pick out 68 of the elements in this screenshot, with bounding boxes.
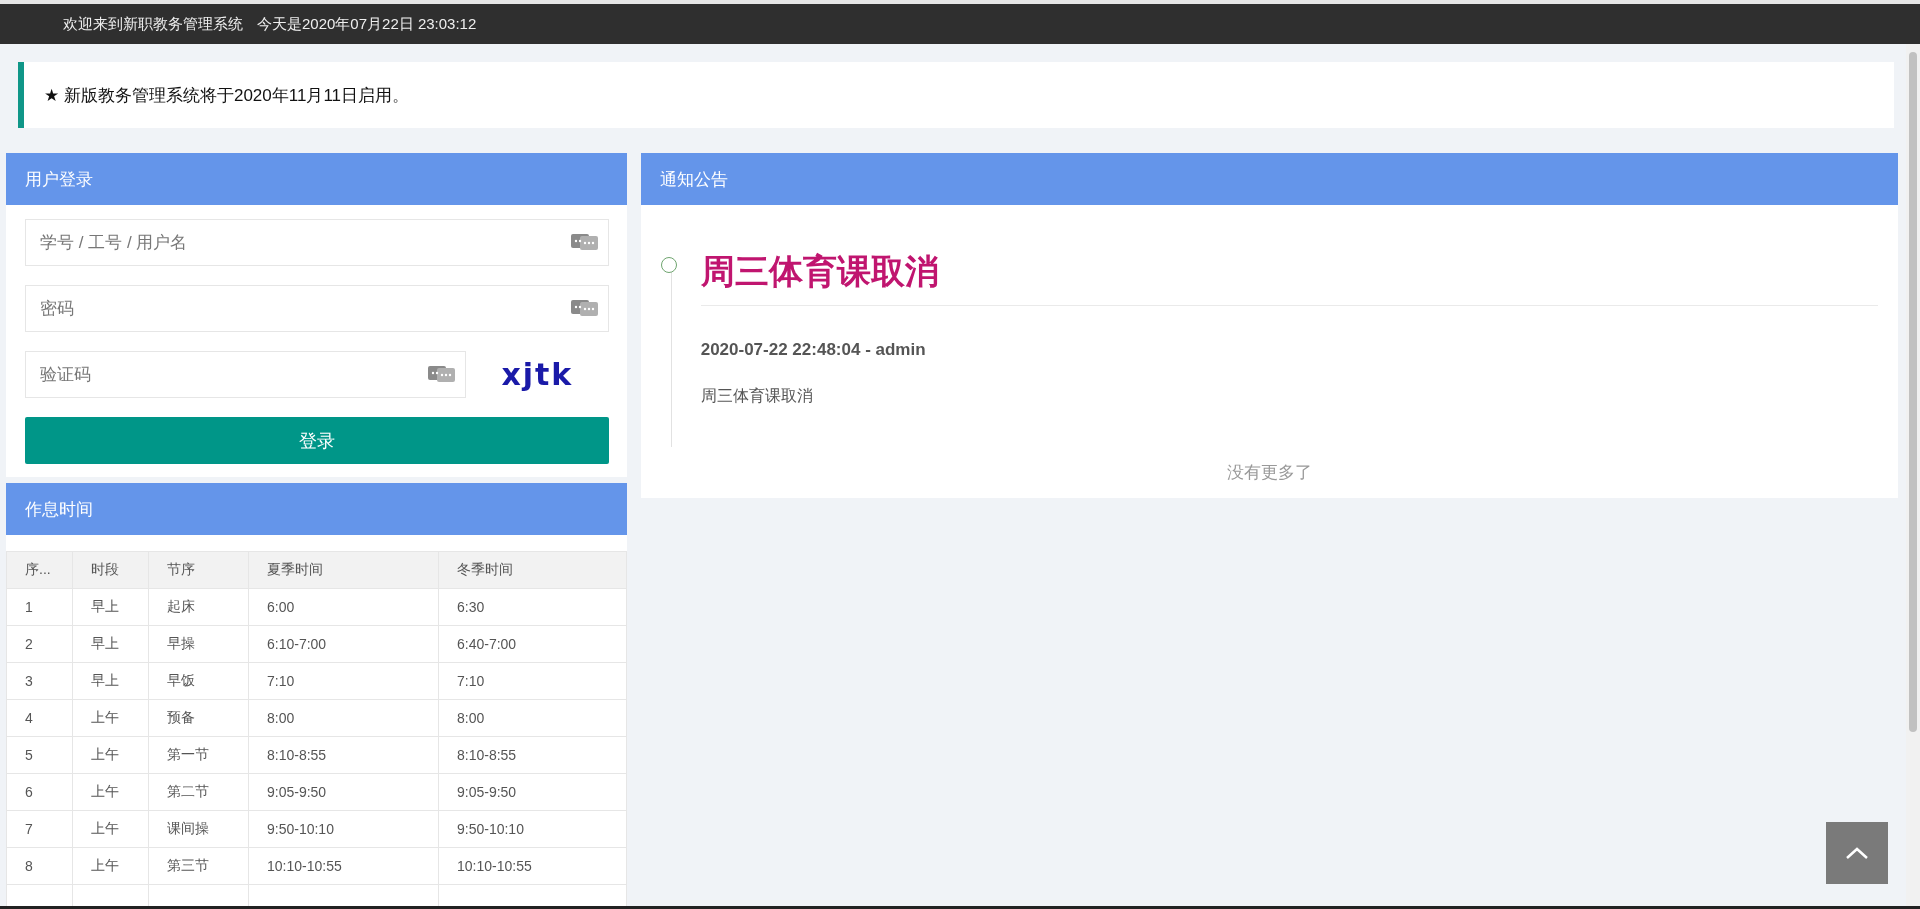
table-cell: 第二节 bbox=[148, 773, 249, 811]
timeline-dot-icon bbox=[660, 257, 677, 273]
table-cell: 10:10-10:55 bbox=[438, 847, 627, 885]
column-header: 时段 bbox=[72, 551, 149, 589]
table-cell: 6:40-7:00 bbox=[438, 625, 627, 663]
table-cell: 9:50-10:10 bbox=[438, 810, 627, 848]
login-button[interactable]: 登录 bbox=[25, 417, 609, 464]
table-cell: 早饭 bbox=[148, 662, 249, 700]
captcha-image[interactable]: xjtk bbox=[501, 357, 574, 392]
table-cell: 10:10-10:55 bbox=[248, 847, 439, 885]
panel-title: 作息时间 bbox=[25, 498, 93, 521]
column-header: 节序 bbox=[148, 551, 249, 589]
table-cell: 早操 bbox=[148, 625, 249, 663]
table-cell: 第三节 bbox=[148, 847, 249, 885]
notice-meta: 2020-07-22 22:48:04 - admin bbox=[700, 340, 927, 360]
table-cell: 8:10-8:55 bbox=[248, 736, 439, 774]
scrollbar-thumb[interactable] bbox=[1909, 52, 1917, 732]
table-cell: 早上 bbox=[72, 625, 149, 663]
column-header: 冬季时间 bbox=[438, 551, 627, 589]
notice-body: 周三体育课取消 bbox=[700, 386, 814, 406]
table-cell: 上午 bbox=[72, 847, 149, 885]
announcement-text: ★ 新版教务管理系统将于2020年11月11日启用。 bbox=[44, 84, 410, 107]
column-header: 夏季时间 bbox=[248, 551, 439, 589]
table-cell: 预备 bbox=[148, 699, 249, 737]
table-cell: 上午 bbox=[72, 773, 149, 811]
column-header: 序... bbox=[6, 551, 73, 589]
date-time-text: 今天是2020年07月22日 23:03:12 bbox=[257, 14, 477, 34]
table-cell: 9:05-9:50 bbox=[248, 773, 439, 811]
notice-title[interactable]: 周三体育课取消 bbox=[700, 249, 1878, 306]
input-field[interactable]: 密码 bbox=[25, 285, 609, 332]
no-more-text: 没有更多了 bbox=[1226, 463, 1312, 482]
table-cell: 上午 bbox=[72, 810, 149, 848]
table-cell: 1 bbox=[6, 588, 73, 626]
table-cell: 8 bbox=[6, 847, 73, 885]
input-field[interactable]: 学号 / 工号 / 用户名 bbox=[25, 219, 609, 266]
key-icon bbox=[428, 365, 456, 383]
captcha-field[interactable]: 验证码 bbox=[25, 351, 466, 398]
back-to-top-button[interactable] bbox=[1826, 822, 1888, 884]
panel-title: 用户登录 bbox=[25, 168, 93, 191]
chevron-up-icon bbox=[1845, 846, 1869, 860]
key-icon bbox=[570, 233, 599, 251]
table-cell: 8:00 bbox=[438, 699, 627, 737]
table-cell: 6:30 bbox=[438, 588, 627, 626]
panel-title: 通知公告 bbox=[659, 168, 728, 191]
table-cell: 3 bbox=[6, 662, 73, 700]
table-cell: 7:10 bbox=[248, 662, 439, 700]
table-cell: 7 bbox=[6, 810, 73, 848]
table-cell: 2 bbox=[6, 625, 73, 663]
table-cell: 9:50-10:10 bbox=[248, 810, 439, 848]
table-cell: 第一节 bbox=[148, 736, 249, 774]
table-cell: 5 bbox=[6, 736, 73, 774]
table-cell: 起床 bbox=[148, 588, 249, 626]
table-cell: 6:00 bbox=[248, 588, 439, 626]
table-cell: 上午 bbox=[72, 736, 149, 774]
table-cell: 早上 bbox=[72, 662, 149, 700]
table-cell: 上午 bbox=[72, 699, 149, 737]
table-cell: 4 bbox=[6, 699, 73, 737]
table-cell: 8:00 bbox=[248, 699, 439, 737]
table-cell: 课间操 bbox=[148, 810, 249, 848]
table-cell: 9:05-9:50 bbox=[438, 773, 627, 811]
table-cell: 早上 bbox=[72, 588, 149, 626]
table-cell: 6 bbox=[6, 773, 73, 811]
key-icon bbox=[570, 299, 599, 317]
table-cell: 8:10-8:55 bbox=[438, 736, 627, 774]
scrollbar[interactable] bbox=[1906, 44, 1920, 906]
table-cell: 6:10-7:00 bbox=[248, 625, 439, 663]
welcome-text: 欢迎来到新职教务管理系统 bbox=[63, 14, 243, 34]
table-cell: 7:10 bbox=[438, 662, 627, 700]
